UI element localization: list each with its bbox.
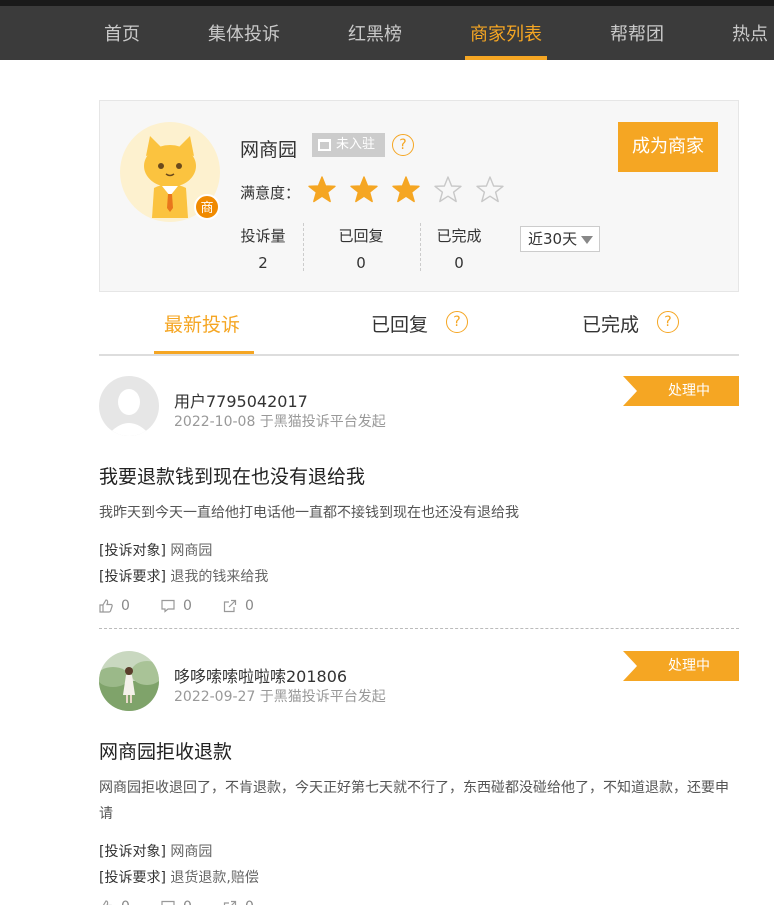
star-filled-icon: [350, 176, 378, 203]
stat-label: 已完成: [436, 227, 482, 245]
complaint-date: 2022-09-27 于黑猫投诉平台发起: [174, 689, 386, 705]
thumbs-up-icon: [99, 599, 113, 613]
merchant-badge: 商: [194, 194, 220, 220]
comment-icon: [161, 599, 175, 613]
default-user-icon: [99, 376, 159, 436]
stat-value: 2: [258, 254, 268, 272]
settlement-status-tag: 未入驻: [312, 133, 385, 157]
status-badge: 处理中: [623, 376, 739, 406]
stat-label: 投诉量: [240, 227, 286, 245]
merchant-name: 网商园: [240, 139, 298, 161]
help-icon[interactable]: ?: [392, 134, 414, 156]
period-select[interactable]: 近30天: [520, 226, 600, 252]
star-empty-icon: [434, 176, 462, 203]
top-nav: 首页 集体投诉 红黑榜 商家列表 帮帮团 热点: [0, 0, 774, 60]
complaint-title[interactable]: 我要退款钱到现在也没有退给我: [99, 462, 365, 489]
share-icon: [223, 599, 237, 613]
user-name[interactable]: 哆哆嗦嗦啦啦嗦201806: [174, 663, 347, 687]
user-photo-avatar: [99, 651, 159, 711]
become-merchant-button[interactable]: 成为商家: [618, 122, 718, 172]
tab-replied[interactable]: 已回复: [371, 310, 428, 337]
comment-icon: [161, 900, 175, 905]
complaint-description: 我昨天到今天一直给他打电话他一直都不接钱到现在也还没有退给我: [99, 505, 519, 521]
stat-value: 0: [356, 254, 366, 272]
nav-item-home[interactable]: 首页: [104, 20, 140, 60]
share-button[interactable]: 0: [223, 598, 254, 614]
star-empty-icon: [476, 176, 504, 203]
complaint-title[interactable]: 网商园拒收退款: [99, 737, 232, 764]
nav-item-merchant-list[interactable]: 商家列表: [465, 20, 547, 60]
help-icon[interactable]: ?: [446, 311, 468, 333]
complaint-demand: [投诉要求] 退货退款,赔偿: [99, 870, 259, 886]
help-icon[interactable]: ?: [657, 311, 679, 333]
divider: [303, 223, 304, 271]
caret-down-icon: [581, 236, 593, 244]
stat-replied: 已回复 0: [321, 225, 401, 272]
active-tab-indicator: [154, 351, 254, 354]
merchant-card: 商 网商园 未入驻 ? 满意度： 投诉量 2 已回复 0 已完成 0 近30天 …: [99, 100, 739, 292]
tab-latest[interactable]: 最新投诉: [164, 310, 240, 337]
like-button[interactable]: 0: [99, 899, 130, 905]
nav-item-hot[interactable]: 热点: [732, 20, 768, 60]
stat-completed: 已完成 0: [419, 225, 499, 272]
complaint-target: [投诉对象] 网商园: [99, 543, 213, 559]
nav-item-collective-complaints[interactable]: 集体投诉: [208, 20, 280, 60]
complaint-item[interactable]: 哆哆嗦嗦啦啦嗦201806 2022-09-27 于黑猫投诉平台发起 处理中 网…: [99, 651, 739, 905]
share-button[interactable]: 0: [223, 899, 254, 905]
nav-item-red-black-list[interactable]: 红黑榜: [348, 20, 402, 60]
stat-value: 0: [454, 254, 464, 272]
complaint-tabs: 最新投诉 已回复 ? 已完成 ?: [99, 300, 739, 356]
like-button[interactable]: 0: [99, 598, 130, 614]
star-filled-icon: [392, 176, 420, 203]
stat-label: 已回复: [338, 227, 384, 245]
nav-item-help-group[interactable]: 帮帮团: [610, 20, 664, 60]
complaint-target: [投诉对象] 网商园: [99, 844, 213, 860]
thumbs-up-icon: [102, 900, 112, 905]
complaint-date: 2022-10-08 于黑猫投诉平台发起: [174, 414, 386, 430]
status-badge: 处理中: [623, 651, 739, 681]
user-avatar[interactable]: [99, 376, 159, 436]
user-name[interactable]: 用户7795042017: [174, 388, 308, 412]
share-icon: [223, 900, 237, 905]
complaint-item[interactable]: 用户7795042017 2022-10-08 于黑猫投诉平台发起 处理中 我要…: [99, 376, 739, 630]
stat-complaints: 投诉量 2: [223, 225, 303, 272]
comment-button[interactable]: 0: [161, 598, 192, 614]
tab-completed[interactable]: 已完成: [582, 310, 639, 337]
star-filled-icon: [308, 176, 336, 203]
complaint-demand: [投诉要求] 退我的钱来给我: [99, 569, 269, 585]
complaint-description: 网商园拒收退回了，不肯退款，今天正好第七天就不行了，东西碰都没碰给他了，不知道退…: [99, 780, 729, 822]
comment-button[interactable]: 0: [161, 899, 192, 905]
satisfaction-label: 满意度：: [240, 184, 301, 202]
divider: [99, 628, 739, 629]
shop-icon: [318, 139, 331, 151]
user-avatar[interactable]: [99, 651, 159, 711]
